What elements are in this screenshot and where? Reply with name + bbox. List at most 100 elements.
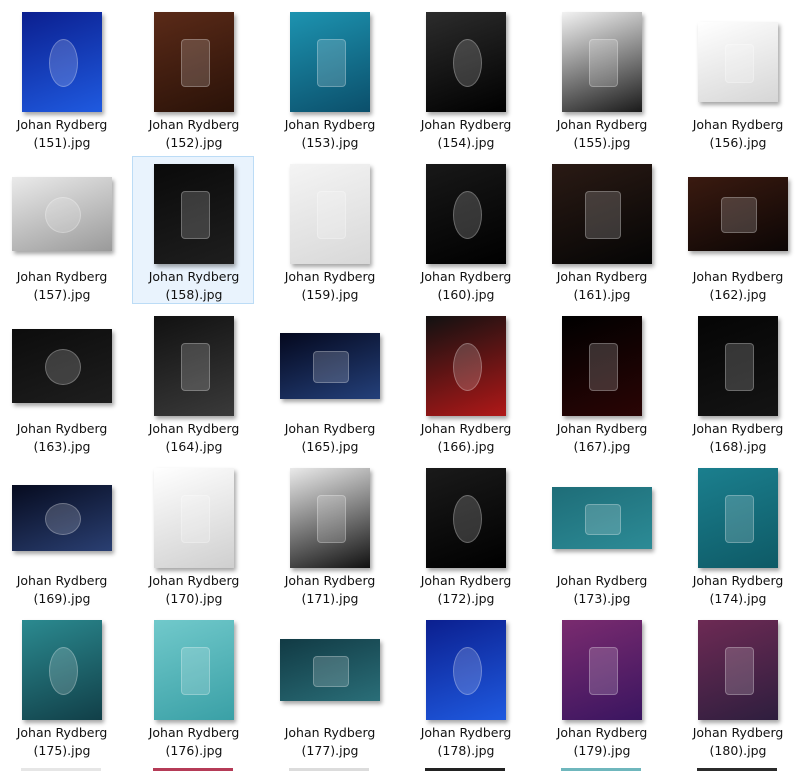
file-tile[interactable]: Johan Rydberg (160).jpg bbox=[404, 156, 526, 304]
thumbnail-subject bbox=[585, 191, 621, 239]
image-file-icon bbox=[22, 12, 102, 112]
file-tile[interactable]: Johan Rydberg (178).jpg bbox=[404, 612, 526, 760]
thumbnail-subject bbox=[317, 39, 346, 87]
file-name-line1: Johan Rydberg bbox=[692, 725, 784, 740]
image-file-icon bbox=[698, 620, 778, 720]
thumbnail-frame bbox=[405, 465, 527, 571]
image-file-icon bbox=[280, 333, 380, 399]
file-tile[interactable]: Johan Rydberg (152).jpg bbox=[132, 4, 254, 152]
file-name: Johan Rydberg (180).jpg bbox=[677, 724, 799, 759]
file-name: Johan Rydberg (152).jpg bbox=[133, 116, 255, 151]
file-name: Johan Rydberg (154).jpg bbox=[405, 116, 527, 151]
file-tile[interactable]: Johan Rydberg (154).jpg bbox=[404, 4, 526, 152]
thumbnail-frame bbox=[1, 161, 123, 267]
file-tile[interactable]: Johan Rydberg (159).jpg bbox=[268, 156, 390, 304]
file-tile[interactable]: Johan Rydberg (157).jpg bbox=[0, 156, 122, 304]
image-file-icon bbox=[562, 620, 642, 720]
image-file-icon bbox=[12, 177, 112, 251]
file-name: Johan Rydberg (164).jpg bbox=[133, 420, 255, 455]
file-name-line1: Johan Rydberg bbox=[692, 269, 784, 284]
thumbnail-subject bbox=[45, 349, 81, 385]
thumbnail-frame bbox=[133, 9, 255, 115]
thumbnail-frame bbox=[541, 161, 663, 267]
file-tile[interactable]: Johan Rydberg (166).jpg bbox=[404, 308, 526, 456]
file-tile[interactable]: Johan Rydberg (161).jpg bbox=[540, 156, 662, 304]
file-name: Johan Rydberg (173).jpg bbox=[541, 572, 663, 607]
file-tile[interactable]: Johan Rydberg (162).jpg bbox=[676, 156, 798, 304]
thumbnail-subject bbox=[181, 343, 210, 391]
file-tile[interactable]: Johan Rydberg (164).jpg bbox=[132, 308, 254, 456]
file-name-line1: Johan Rydberg bbox=[420, 725, 512, 740]
file-name: Johan Rydberg (178).jpg bbox=[405, 724, 527, 759]
thumbnail-subject bbox=[453, 191, 482, 239]
file-tile[interactable]: Johan Rydberg (175).jpg bbox=[0, 612, 122, 760]
file-tile[interactable]: Johan Rydberg (173).jpg bbox=[540, 460, 662, 608]
file-name: Johan Rydberg (156).jpg bbox=[677, 116, 799, 151]
file-tile[interactable]: Johan Rydberg (163).jpg bbox=[0, 308, 122, 456]
image-file-icon bbox=[552, 164, 652, 264]
file-tile[interactable]: Johan Rydberg (155).jpg bbox=[540, 4, 662, 152]
file-name: Johan Rydberg (171).jpg bbox=[269, 572, 391, 607]
file-name-line1: Johan Rydberg bbox=[284, 269, 376, 284]
file-tile[interactable]: Johan Rydberg (171).jpg bbox=[268, 460, 390, 608]
image-file-icon bbox=[290, 164, 370, 264]
thumbnail-subject bbox=[317, 495, 346, 543]
file-tile[interactable]: Johan Rydberg (176).jpg bbox=[132, 612, 254, 760]
thumbnail-frame bbox=[541, 465, 663, 571]
file-tile[interactable]: Johan Rydberg (172).jpg bbox=[404, 460, 526, 608]
thumbnail-subject bbox=[589, 343, 618, 391]
thumbnail-subject bbox=[589, 647, 618, 695]
file-name-line2: (152).jpg bbox=[165, 134, 223, 150]
thumbnail-frame bbox=[405, 9, 527, 115]
image-file-icon bbox=[426, 468, 506, 568]
thumbnail-frame bbox=[541, 9, 663, 115]
file-tile[interactable]: Johan Rydberg (170).jpg bbox=[132, 460, 254, 608]
image-file-icon bbox=[552, 487, 652, 549]
file-name-line1: Johan Rydberg bbox=[420, 269, 512, 284]
thumbnail-frame bbox=[269, 465, 391, 571]
file-tile[interactable]: Johan Rydberg (177).jpg bbox=[268, 612, 390, 760]
thumbnail-subject bbox=[49, 647, 78, 695]
file-name-line2: (170).jpg bbox=[165, 590, 223, 606]
file-name: Johan Rydberg (162).jpg bbox=[677, 268, 799, 303]
file-name-line2: (168).jpg bbox=[709, 438, 767, 454]
file-tile[interactable]: Johan Rydberg (165).jpg bbox=[268, 308, 390, 456]
file-tile[interactable]: Johan Rydberg (167).jpg bbox=[540, 308, 662, 456]
image-file-icon bbox=[12, 329, 112, 403]
image-file-icon bbox=[698, 316, 778, 416]
file-tile[interactable]: Johan Rydberg (168).jpg bbox=[676, 308, 798, 456]
file-name: Johan Rydberg (153).jpg bbox=[269, 116, 391, 151]
file-name-line2: (164).jpg bbox=[165, 438, 223, 454]
thumbnail-subject bbox=[181, 191, 210, 239]
file-tile[interactable]: Johan Rydberg (158).jpg bbox=[132, 156, 254, 304]
file-tile[interactable]: Johan Rydberg (179).jpg bbox=[540, 612, 662, 760]
image-file-icon bbox=[426, 164, 506, 264]
file-tile[interactable]: Johan Rydberg (180).jpg bbox=[676, 612, 798, 760]
thumbnail-subject bbox=[181, 495, 210, 543]
file-tile[interactable]: Johan Rydberg (169).jpg bbox=[0, 460, 122, 608]
thumbnail-frame bbox=[677, 465, 799, 571]
file-name-line2: (165).jpg bbox=[301, 438, 359, 454]
file-name: Johan Rydberg (167).jpg bbox=[541, 420, 663, 455]
thumbnail-frame bbox=[677, 161, 799, 267]
file-name-line1: Johan Rydberg bbox=[16, 725, 108, 740]
file-tile[interactable]: Johan Rydberg (156).jpg bbox=[676, 4, 798, 152]
file-name: Johan Rydberg (166).jpg bbox=[405, 420, 527, 455]
thumbnail-frame bbox=[133, 313, 255, 419]
thumbnail-subject bbox=[453, 39, 482, 87]
file-name-line2: (179).jpg bbox=[573, 742, 631, 758]
image-file-icon bbox=[154, 12, 234, 112]
thumbnail-frame bbox=[677, 313, 799, 419]
file-thumbnail-grid: Johan Rydberg (151).jpg Johan Rydberg (152)… bbox=[0, 0, 800, 771]
file-name-line2: (160).jpg bbox=[437, 286, 495, 302]
file-name: Johan Rydberg (174).jpg bbox=[677, 572, 799, 607]
file-tile[interactable]: Johan Rydberg (153).jpg bbox=[268, 4, 390, 152]
file-tile[interactable]: Johan Rydberg (174).jpg bbox=[676, 460, 798, 608]
file-name-line2: (153).jpg bbox=[301, 134, 359, 150]
file-tile[interactable]: Johan Rydberg (151).jpg bbox=[0, 4, 122, 152]
file-name-line1: Johan Rydberg bbox=[556, 421, 648, 436]
thumbnail-frame bbox=[541, 313, 663, 419]
image-file-icon bbox=[698, 468, 778, 568]
file-name-line1: Johan Rydberg bbox=[692, 421, 784, 436]
image-file-icon bbox=[688, 177, 788, 251]
